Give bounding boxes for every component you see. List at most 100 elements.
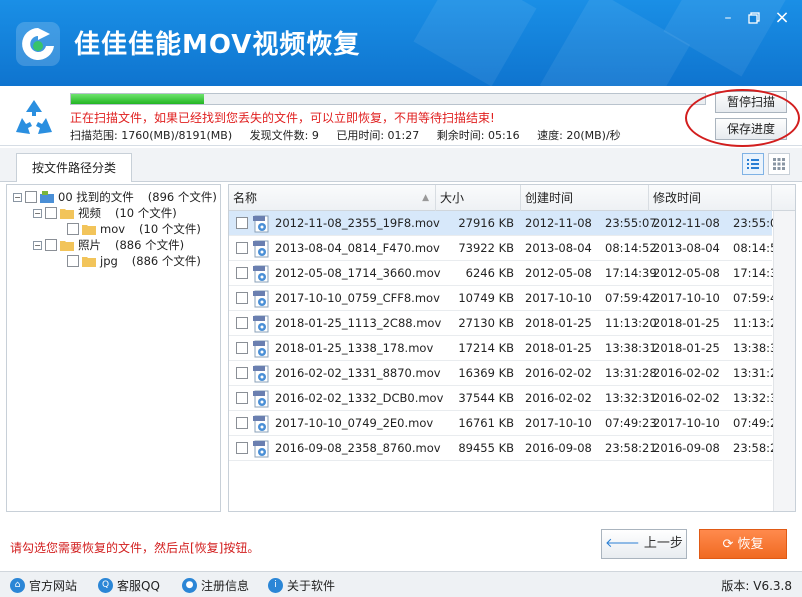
- created-date: 2016-02-02: [525, 361, 592, 386]
- minimize-icon[interactable]: –: [716, 8, 740, 28]
- modified-date: 2017-10-10: [653, 286, 720, 311]
- created-time: 17:14:39: [605, 261, 657, 286]
- row-checkbox[interactable]: [236, 317, 248, 329]
- folder-icon: [60, 239, 74, 251]
- modified-date: 2016-02-02: [653, 361, 720, 386]
- table-row[interactable]: 2017-10-10_0759_CFF8.mov10749 KB2017-10-…: [229, 286, 772, 311]
- row-checkbox[interactable]: [236, 367, 248, 379]
- created-time: 13:31:28: [605, 361, 657, 386]
- support-qq-link[interactable]: Q客服QQ: [98, 577, 160, 594]
- file-size: 10749 KB: [436, 286, 514, 311]
- file-name: 2012-05-08_1714_3660.mov: [275, 261, 441, 286]
- collapse-icon[interactable]: −: [33, 209, 42, 218]
- table-row[interactable]: 2016-02-02_1332_DCB0.mov37544 KB2016-02-…: [229, 386, 772, 411]
- mov-file-icon: [252, 264, 272, 284]
- row-checkbox[interactable]: [236, 392, 248, 404]
- app-logo-icon: [14, 20, 62, 68]
- tree-checkbox[interactable]: [45, 239, 57, 251]
- about-software-link[interactable]: i关于软件: [268, 577, 335, 594]
- official-website-link[interactable]: ⌂官方网站: [10, 577, 77, 594]
- created-time: 11:13:20: [605, 311, 657, 336]
- highlight-annotation-circle: [685, 89, 800, 147]
- row-checkbox[interactable]: [236, 442, 248, 454]
- column-header-created[interactable]: 创建时间: [521, 185, 649, 211]
- qq-icon: Q: [98, 578, 113, 593]
- file-name: 2016-09-08_2358_8760.mov: [275, 436, 441, 461]
- modified-date: 2012-05-08: [653, 261, 720, 286]
- file-name: 2018-01-25_1113_2C88.mov: [275, 311, 441, 336]
- created-time: 07:49:23: [605, 411, 657, 436]
- tree-node-mov[interactable]: mov (10 个文件): [67, 221, 201, 237]
- modified-date: 2017-10-10: [653, 411, 720, 436]
- row-checkbox[interactable]: [236, 417, 248, 429]
- tree-checkbox[interactable]: [67, 255, 79, 267]
- mov-file-icon: [252, 339, 272, 359]
- list-view-icon[interactable]: [742, 153, 764, 175]
- row-checkbox[interactable]: [236, 292, 248, 304]
- file-size: 73922 KB: [436, 236, 514, 261]
- recover-button[interactable]: ⟳恢复: [699, 529, 787, 559]
- table-row[interactable]: 2018-01-25_1338_178.mov17214 KB2018-01-2…: [229, 336, 772, 361]
- modified-date: 2013-08-04: [653, 236, 720, 261]
- maximize-icon[interactable]: [742, 8, 766, 28]
- tree-checkbox[interactable]: [25, 191, 37, 203]
- collapse-icon[interactable]: −: [33, 241, 42, 250]
- table-row[interactable]: 2018-01-25_1113_2C88.mov27130 KB2018-01-…: [229, 311, 772, 336]
- background-decoration: [540, 0, 690, 86]
- register-info-link[interactable]: ●注册信息: [182, 577, 249, 594]
- modified-date: 2016-02-02: [653, 386, 720, 411]
- created-time: 23:55:07: [605, 211, 657, 236]
- collapse-icon[interactable]: −: [13, 193, 22, 202]
- mov-file-icon: [252, 314, 272, 334]
- close-icon[interactable]: ×: [770, 8, 794, 28]
- created-time: 08:14:52: [605, 236, 657, 261]
- sort-up-icon: ▲: [422, 185, 429, 211]
- file-list: 名称 ▲ 大小 创建时间 修改时间 2012-11-08_2355_19F8.m…: [228, 184, 796, 512]
- previous-step-button[interactable]: 🡐上一步: [601, 529, 687, 559]
- column-header-size[interactable]: 大小: [436, 185, 521, 211]
- created-date: 2016-02-02: [525, 386, 592, 411]
- mov-file-icon: [252, 289, 272, 309]
- created-date: 2017-10-10: [525, 411, 592, 436]
- column-header-name[interactable]: 名称 ▲: [229, 185, 436, 211]
- tree-node-jpg[interactable]: jpg (886 个文件): [67, 253, 201, 269]
- table-row[interactable]: 2017-10-10_0749_2E0.mov16761 KB2017-10-1…: [229, 411, 772, 436]
- tab-by-file-path[interactable]: 按文件路径分类: [16, 153, 132, 182]
- elapsed-time: 已用时间: 01:27: [336, 129, 419, 142]
- row-checkbox[interactable]: [236, 217, 248, 229]
- file-size: 27130 KB: [436, 311, 514, 336]
- remaining-time: 剩余时间: 05:16: [437, 129, 520, 142]
- vertical-scrollbar[interactable]: [773, 211, 795, 511]
- tree-node-photo[interactable]: − 照片 (886 个文件): [33, 237, 184, 253]
- created-time: 13:32:31: [605, 386, 657, 411]
- created-date: 2012-05-08: [525, 261, 592, 286]
- file-list-header: 名称 ▲ 大小 创建时间 修改时间: [229, 185, 795, 211]
- tree-checkbox[interactable]: [45, 207, 57, 219]
- file-name: 2016-02-02_1332_DCB0.mov: [275, 386, 443, 411]
- tree-checkbox[interactable]: [67, 223, 79, 235]
- table-row[interactable]: 2016-02-02_1331_8870.mov16369 KB2016-02-…: [229, 361, 772, 386]
- file-name: 2018-01-25_1338_178.mov: [275, 336, 433, 361]
- column-header-modified[interactable]: 修改时间: [649, 185, 772, 211]
- scan-stats: 扫描范围: 1760(MB)/8191(MB) 发现文件数: 9 已用时间: 0…: [70, 127, 635, 143]
- tree-node-root[interactable]: − 00 找到的文件 (896 个文件): [13, 189, 217, 205]
- row-checkbox[interactable]: [236, 342, 248, 354]
- created-date: 2018-01-25: [525, 336, 592, 361]
- table-row[interactable]: 2012-05-08_1714_3660.mov6246 KB2012-05-0…: [229, 261, 772, 286]
- table-row[interactable]: 2016-09-08_2358_8760.mov89455 KB2016-09-…: [229, 436, 772, 461]
- grid-view-icon[interactable]: [768, 153, 790, 175]
- file-name: 2016-02-02_1331_8870.mov: [275, 361, 441, 386]
- title-bar: 佳佳佳能MOV视频恢复 – ×: [0, 0, 802, 86]
- footer-bar: ⌂官方网站 Q客服QQ ●注册信息 i关于软件 版本: V6.3.8: [0, 571, 802, 597]
- info-icon: i: [268, 578, 283, 593]
- tree-node-video[interactable]: − 视频 (10 个文件): [33, 205, 177, 221]
- table-row[interactable]: 2013-08-04_0814_F470.mov73922 KB2013-08-…: [229, 236, 772, 261]
- created-date: 2013-08-04: [525, 236, 592, 261]
- row-checkbox[interactable]: [236, 242, 248, 254]
- modified-date: 2018-01-25: [653, 336, 720, 361]
- created-time: 23:58:21: [605, 436, 657, 461]
- file-name: 2017-10-10_0749_2E0.mov: [275, 411, 433, 436]
- modified-date: 2012-11-08: [653, 211, 720, 236]
- row-checkbox[interactable]: [236, 267, 248, 279]
- table-row[interactable]: 2012-11-08_2355_19F8.mov27916 KB2012-11-…: [229, 211, 772, 236]
